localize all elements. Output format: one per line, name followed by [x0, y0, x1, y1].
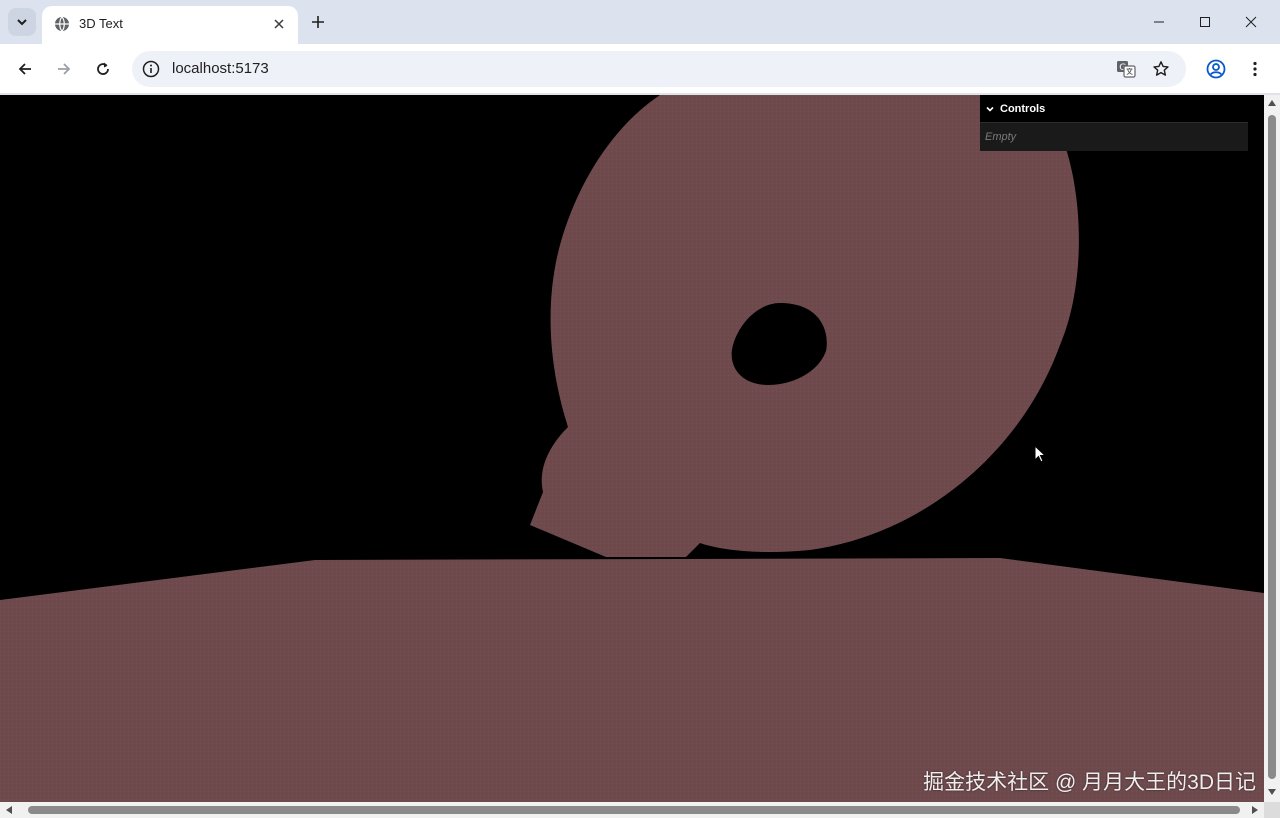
- controls-panel: Controls Empty: [980, 95, 1248, 151]
- address-bar[interactable]: localhost:5173 G: [132, 51, 1186, 87]
- profile-icon: [1206, 59, 1226, 79]
- webgl-canvas[interactable]: Controls Empty 掘金技术社区 @ 月月大王的3D日记: [0, 95, 1264, 802]
- horizontal-scroll-thumb[interactable]: [28, 806, 1240, 814]
- reload-button[interactable]: [89, 55, 117, 83]
- browser-menu-button[interactable]: [1241, 55, 1269, 83]
- bookmark-button[interactable]: [1151, 59, 1171, 79]
- browser-toolbar: localhost:5173 G: [0, 44, 1280, 94]
- vertical-scroll-thumb[interactable]: [1268, 115, 1276, 779]
- reload-icon: [97, 62, 109, 75]
- info-icon[interactable]: [142, 60, 160, 78]
- horizontal-scrollbar[interactable]: [0, 802, 1264, 818]
- tab-title: 3D Text: [79, 16, 123, 31]
- tab-search-button[interactable]: [8, 8, 36, 36]
- globe-icon: [55, 16, 69, 32]
- controls-header[interactable]: Controls: [980, 95, 1248, 123]
- scrollbar-corner: [1264, 802, 1280, 818]
- scroll-down-arrow-icon[interactable]: [1268, 789, 1276, 795]
- translate-button[interactable]: G: [1116, 59, 1136, 79]
- back-button[interactable]: [11, 55, 39, 83]
- window-close-icon: [1245, 16, 1257, 28]
- menu-icon: [1253, 61, 1257, 77]
- profile-button[interactable]: [1202, 55, 1230, 83]
- translate-icon: G: [1117, 61, 1136, 78]
- plus-icon: [312, 16, 324, 28]
- 3d-scene: [0, 95, 1264, 802]
- tab-strip: 3D Text: [0, 0, 1280, 44]
- close-icon: [274, 19, 284, 29]
- minimize-button-real[interactable]: [1136, 8, 1182, 36]
- mouse-cursor-icon: [1034, 445, 1047, 463]
- browser-tab[interactable]: 3D Text: [42, 6, 298, 44]
- chevron-down-icon: [17, 19, 27, 26]
- scroll-left-arrow-icon[interactable]: [6, 806, 12, 814]
- chevron-down-icon: [986, 106, 994, 112]
- torus-mesh: [530, 95, 1079, 557]
- controls-empty-text: Empty: [985, 131, 1017, 143]
- forward-button[interactable]: [50, 55, 78, 83]
- controls-title: Controls: [1000, 102, 1046, 115]
- new-tab-button[interactable]: [306, 10, 330, 34]
- close-tab-button[interactable]: [270, 15, 288, 33]
- back-icon: [18, 63, 31, 75]
- star-icon: [1153, 61, 1169, 76]
- forward-icon: [58, 63, 71, 75]
- window-close-button[interactable]: [1228, 8, 1274, 36]
- vertical-scrollbar[interactable]: [1264, 95, 1280, 802]
- scroll-right-arrow-icon[interactable]: [1252, 806, 1258, 814]
- scroll-up-arrow-icon[interactable]: [1268, 100, 1276, 106]
- url-text: localhost:5173: [172, 60, 269, 77]
- watermark-text: 掘金技术社区 @ 月月大王的3D日记: [923, 771, 1256, 794]
- maximize-button[interactable]: [1182, 8, 1228, 36]
- maximize-icon: [1200, 17, 1210, 27]
- minimize-icon: [1154, 21, 1164, 23]
